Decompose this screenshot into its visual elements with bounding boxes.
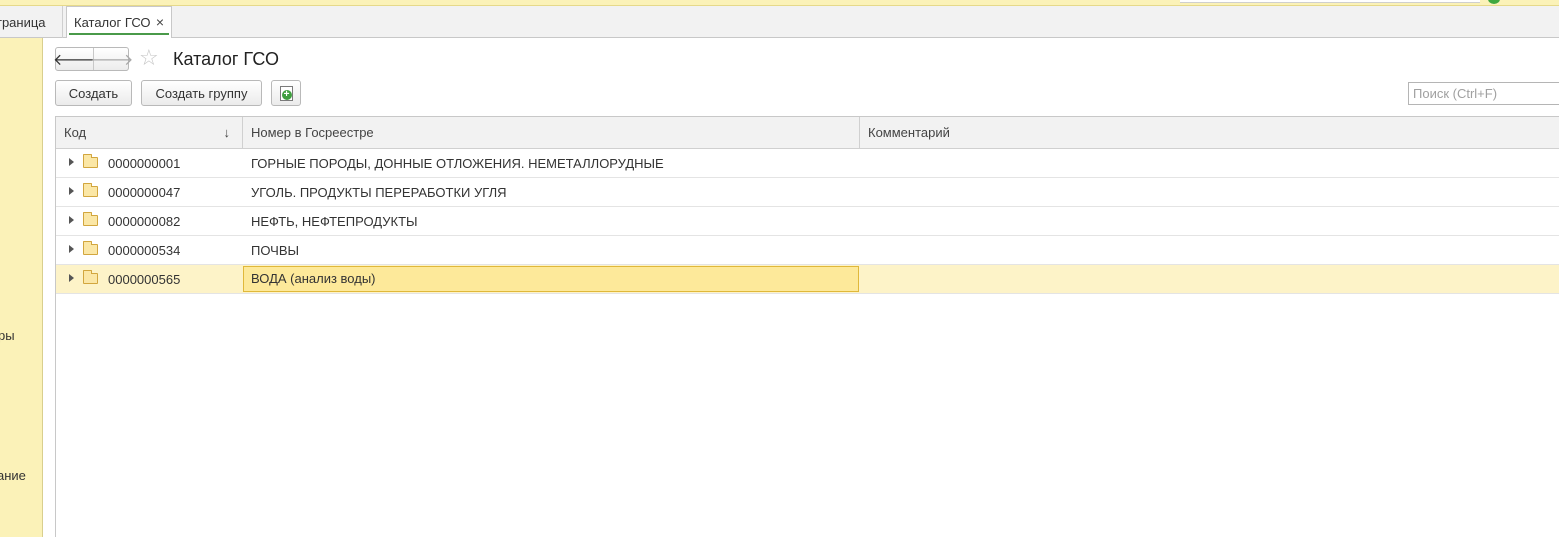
column-header-code[interactable]: Код ↓ — [56, 117, 243, 148]
tab-home-page[interactable]: траница — [0, 6, 63, 38]
column-header-comment[interactable]: Комментарий — [860, 117, 1559, 148]
section-item-fragment[interactable]: ание — [0, 468, 26, 483]
navigation-buttons: 🡐 🡒 — [53, 47, 133, 71]
search-input[interactable] — [1408, 82, 1559, 105]
cell-registry-number: НЕФТЬ, НЕФТЕПРОДУКТЫ — [251, 214, 418, 229]
folder-icon — [83, 241, 98, 255]
status-indicator-icon — [1488, 0, 1500, 4]
star-icon[interactable]: ☆ — [139, 46, 159, 70]
forward-arrow-icon[interactable]: 🡒 — [91, 48, 133, 70]
cell-registry-number-focused[interactable]: ВОДА (анализ воды) — [243, 266, 859, 292]
back-arrow-icon[interactable]: 🡐 — [53, 48, 96, 70]
cell-registry-number: УГОЛЬ. ПРОДУКТЫ ПЕРЕРАБОТКИ УГЛЯ — [251, 185, 507, 200]
sort-arrow-icon: ↓ — [223, 125, 231, 140]
sections-panel: ры ание — [0, 38, 43, 537]
expand-arrow-icon[interactable] — [69, 216, 74, 224]
table-body: 0000000001 ГОРНЫЕ ПОРОДЫ, ДОННЫЕ ОТЛОЖЕН… — [56, 149, 1559, 294]
form-area: 🡐 🡒 ☆ Каталог ГСО Создать Создать группу… — [44, 38, 1559, 537]
column-header-code-label: Код — [64, 125, 87, 140]
cell-registry-number: ГОРНЫЕ ПОРОДЫ, ДОННЫЕ ОТЛОЖЕНИЯ. НЕМЕТАЛ… — [251, 156, 664, 171]
table-row[interactable]: 0000000047 УГОЛЬ. ПРОДУКТЫ ПЕРЕРАБОТКИ У… — [56, 178, 1559, 207]
expand-arrow-icon[interactable] — [69, 274, 74, 282]
folder-icon — [83, 183, 98, 197]
create-button[interactable]: Создать — [55, 80, 132, 106]
section-item-fragment[interactable]: ры — [0, 328, 15, 343]
expand-arrow-icon[interactable] — [69, 245, 74, 253]
table-row[interactable]: 0000000001 ГОРНЫЕ ПОРОДЫ, ДОННЫЕ ОТЛОЖЕН… — [56, 149, 1559, 178]
cell-code: 0000000534 — [108, 243, 181, 258]
add-document-button[interactable] — [271, 80, 301, 106]
column-header-registry-number[interactable]: Номер в Госреестре — [243, 117, 860, 148]
folder-icon — [83, 154, 98, 168]
table-row[interactable]: 0000000082 НЕФТЬ, НЕФТЕПРОДУКТЫ — [56, 207, 1559, 236]
folder-icon — [83, 212, 98, 226]
table-row-selected[interactable]: 0000000565 ВОДА (анализ воды) — [56, 265, 1559, 294]
active-tab-underline — [69, 33, 169, 35]
table-row[interactable]: 0000000534 ПОЧВЫ — [56, 236, 1559, 265]
page-title: Каталог ГСО — [173, 49, 279, 69]
cell-code: 0000000082 — [108, 214, 181, 229]
add-document-icon — [279, 85, 293, 101]
folder-icon — [83, 270, 98, 284]
global-search-edge[interactable] — [1180, 0, 1480, 3]
expand-arrow-icon[interactable] — [69, 158, 74, 166]
cell-registry-number: ПОЧВЫ — [251, 243, 300, 258]
expand-arrow-icon[interactable] — [69, 187, 74, 195]
cell-code: 0000000047 — [108, 185, 181, 200]
catalog-table: Код ↓ Номер в Госреестре Комментарий 000… — [55, 116, 1559, 537]
tab-active-label: Каталог ГСО — [74, 15, 151, 30]
cell-registry-number: ВОДА (анализ воды) — [251, 271, 376, 286]
tab-catalog-gso[interactable]: Каталог ГСО × — [66, 6, 172, 38]
table-header: Код ↓ Номер в Госреестре Комментарий — [56, 117, 1559, 149]
create-group-button[interactable]: Создать группу — [141, 80, 262, 106]
tab-bar: траница Каталог ГСО × — [0, 6, 1559, 38]
cell-code: 0000000001 — [108, 156, 181, 171]
tab-home-label: траница — [0, 14, 46, 30]
cell-code: 0000000565 — [108, 272, 181, 287]
close-icon[interactable]: × — [156, 14, 164, 30]
